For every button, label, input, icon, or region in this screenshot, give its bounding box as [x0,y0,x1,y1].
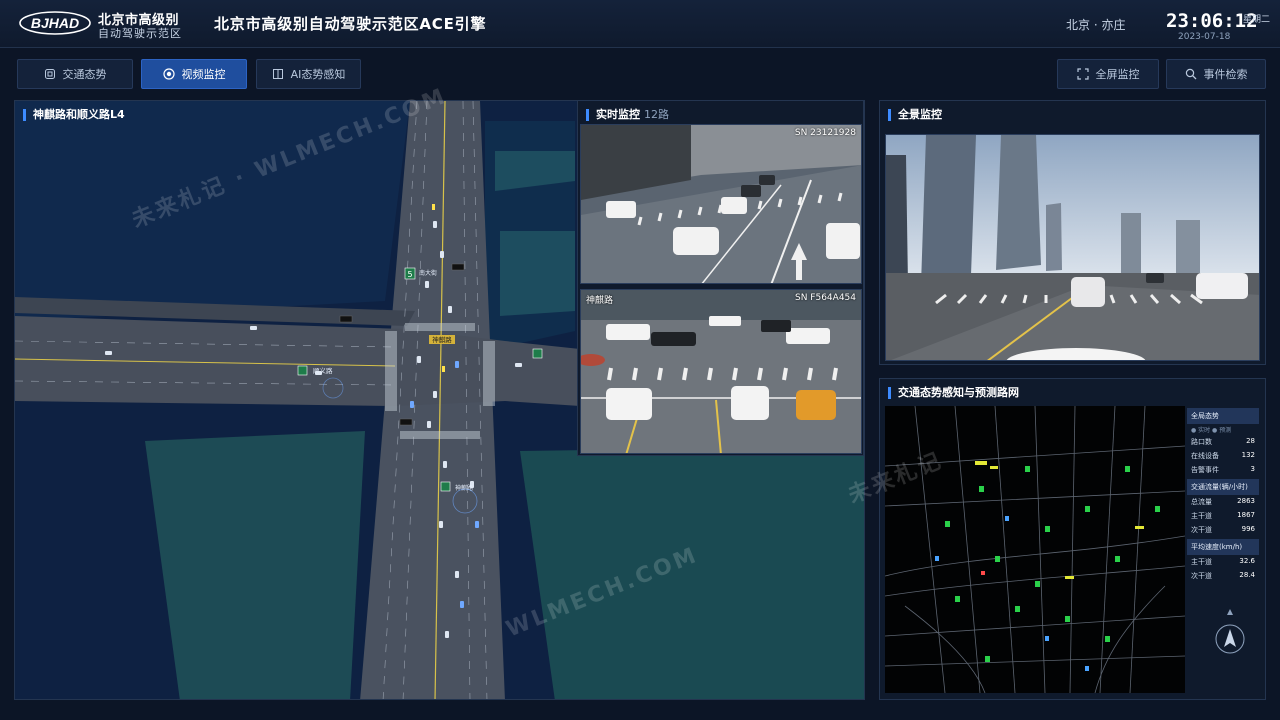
panorama-monitor-panel: 全景监控 [879,100,1266,365]
stat-value: 2863 [1237,497,1255,505]
dashboard: BJHAD 北京市高级别 自动驾驶示范区 北京市高级别自动驾驶示范区ACE引擎 … [0,0,1280,720]
stat-row: 次干道 28.4 [1187,569,1259,583]
search-icon [1185,68,1196,80]
stat-label: 次干道 [1191,526,1212,534]
network-stats-panel: 全局态势 ● 实时 ● 预测 路口数 28 在线设备 132 告警事件 3 交通流量(辆/… [1187,406,1259,691]
camera-feed-1[interactable]: SN 23121928 [580,124,862,284]
stat-row: 在线设备 132 [1187,449,1259,463]
video-monitor-label: 视频监控 [181,68,226,81]
stat-row: 主干道 32.6 [1187,555,1259,569]
realtime-channel-count: 12路 [644,108,669,121]
clock-date: 2023-07-18 [1178,32,1231,42]
feed-2-serial: SN F564A454 [795,293,856,303]
stat-row: 路口数 28 [1187,435,1259,449]
svg-text:BJHAD: BJHAD [31,15,79,31]
realtime-monitor-panel: 实时监控 12路 SN 23121928 神麒路 SN F564A454 [577,100,864,456]
page-title: 北京市高级别自动驾驶示范区ACE引擎 [214,15,487,33]
ai-perception-label: AI态势感知 [290,68,346,81]
road-label-north: 南大街 [419,269,437,277]
map-panel-title: 神麒路和顺义路L4 [23,109,125,121]
fullscreen-button[interactable]: 全屏监控 [1057,59,1159,89]
camera-feed-1-image [581,125,861,283]
overall-legend: ● 实时 ● 预测 [1191,427,1232,434]
road-network-graphic [885,406,1185,693]
speed-section-title: 平均速度(km/h) [1187,539,1259,555]
stat-value: 132 [1241,451,1255,459]
stat-row: 告警事件 3 [1187,463,1259,477]
road-sign-marker: 5 [404,267,416,280]
panorama-panel-title: 全景监控 [888,109,942,121]
location-label: 北京 · 亦庄 [1066,18,1126,32]
camera-feed-2[interactable]: 神麒路 SN F564A454 [580,289,862,454]
stat-value: 996 [1241,525,1255,533]
stat-label: 告警事件 [1191,466,1219,474]
stat-label: 在线设备 [1191,452,1219,460]
svg-text:5: 5 [407,270,412,279]
road-label-south: 神麒路 [455,484,473,492]
event-search-label: 事件检索 [1203,68,1248,81]
stat-value: 1867 [1237,511,1255,519]
stat-label: 主干道 [1191,512,1212,520]
feed-1-serial: SN 23121928 [794,128,856,138]
record-icon [162,68,175,80]
realtime-title-text: 实时监控 [596,108,640,121]
brand-line-2: 自动驾驶示范区 [98,27,182,40]
stat-row: 总流量 2863 [1187,495,1259,509]
camera-feed-2-image [581,290,861,453]
road-label-main: 神麒路 [432,335,452,344]
realtime-panel-title: 实时监控 12路 [586,109,669,121]
feed-2-road-name: 神麒路 [586,296,614,306]
stat-label: 总流量 [1191,498,1212,506]
traffic-icon [44,69,55,79]
panorama-feed-image [886,135,1259,360]
expand-icon [1076,68,1089,80]
video-monitor-button[interactable]: 视频监控 [141,59,247,89]
bjhad-logo: BJHAD [19,11,91,35]
stat-value: 3 [1250,465,1255,473]
network-panel-title: 交通态势感知与预测路网 [888,387,1019,399]
stat-value: 32.6 [1239,557,1255,565]
book-icon [272,69,283,79]
traffic-status-label: 交通态势 [62,68,107,81]
fullscreen-label: 全屏监控 [1095,68,1140,81]
stat-value: 28 [1246,437,1255,445]
stat-row: 次干道 996 [1187,523,1259,537]
top-header: BJHAD 北京市高级别 自动驾驶示范区 北京市高级别自动驾驶示范区ACE引擎 … [0,0,1280,48]
clock-weekday: 星期二 [1243,15,1271,25]
traffic-status-button[interactable]: 交通态势 [17,59,133,89]
stat-label: 路口数 [1191,438,1212,446]
flow-section-title: 交通流量(辆/小时) [1187,479,1259,495]
stat-row: 主干道 1867 [1187,509,1259,523]
road-network-view[interactable] [885,406,1185,693]
panorama-camera-feed[interactable] [885,134,1260,361]
stat-label: 次干道 [1191,572,1212,580]
stat-value: 28.4 [1239,571,1255,579]
road-label-shunyi: 顺义路 [313,366,333,375]
stat-label: 主干道 [1191,558,1212,566]
event-search-button[interactable]: 事件检索 [1166,59,1266,89]
overall-section-title: 全局态势 [1187,408,1259,424]
ai-perception-button[interactable]: AI态势感知 [256,59,361,89]
